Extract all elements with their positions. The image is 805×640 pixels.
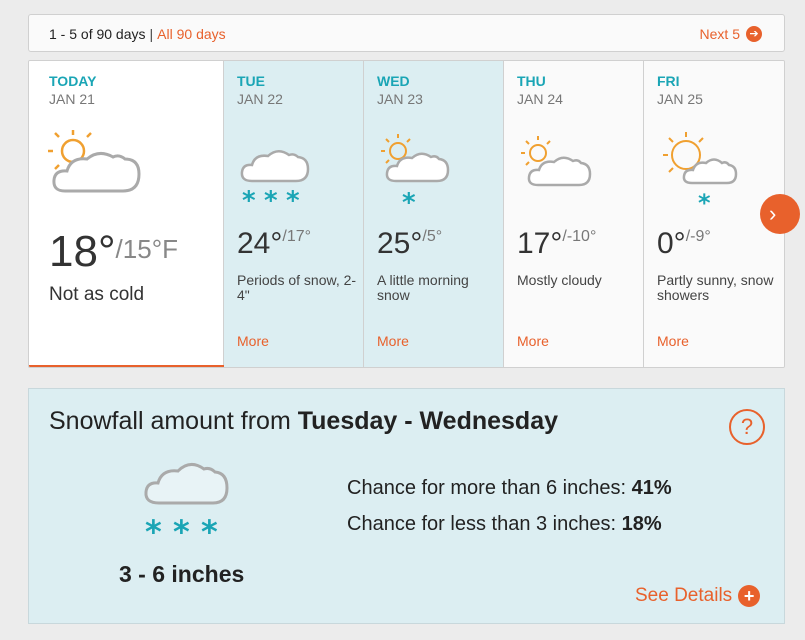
- sun-cloud-icon: [45, 127, 145, 202]
- svg-text:*: *: [286, 186, 300, 211]
- selected-day-indicator: [29, 365, 224, 367]
- next-5-button[interactable]: Next 5 ➔: [700, 26, 762, 42]
- day-card-tue[interactable]: TUE JAN 22 * * * 24°/17° Periods of snow, …: [224, 61, 364, 367]
- day-temps: 25°/5°: [377, 227, 442, 261]
- svg-text:*: *: [145, 513, 162, 545]
- chance-less: Chance for less than 3 inches: 18%: [347, 513, 662, 536]
- day-description: Partly sunny, snow showers: [657, 272, 774, 303]
- svg-text:*: *: [242, 186, 256, 211]
- range-text: 1 - 5 of 90 days: [49, 26, 146, 42]
- day-card-thu[interactable]: THU JAN 24 17°/-10° Mostly cloudy More: [504, 61, 644, 367]
- high-temp: 0°: [657, 227, 686, 260]
- snowfall-title: Snowfall amount from Tuesday - Wednesday: [49, 407, 558, 436]
- next-5-label: Next 5: [699, 26, 740, 42]
- daily-forecast-strip: TODAY JAN 21 18°/15°F Not as cold TUE JA…: [28, 60, 785, 368]
- svg-text:*: *: [173, 513, 190, 545]
- day-temps: 0°/-9°: [657, 227, 711, 261]
- svg-text:*: *: [698, 189, 711, 213]
- snowfall-title-prefix: Snowfall amount from: [49, 407, 291, 435]
- svg-text:*: *: [201, 513, 218, 545]
- chance-more-value: 41%: [631, 477, 672, 499]
- more-link[interactable]: More: [657, 333, 689, 349]
- high-temp: 17°: [517, 227, 563, 260]
- high-temp: 18°: [49, 227, 116, 276]
- day-name: FRI: [657, 73, 680, 89]
- day-card-wed[interactable]: WED JAN 23 * 25°/5° A little morning sno…: [364, 61, 504, 367]
- plus-circle-icon: +: [738, 585, 761, 607]
- high-temp: 25°: [377, 227, 423, 260]
- see-details-button[interactable]: See Details +: [635, 585, 761, 607]
- day-description: Not as cold: [49, 284, 145, 305]
- low-temp: /-9°: [685, 228, 711, 245]
- day-name: WED: [377, 73, 410, 89]
- day-date: JAN 25: [657, 91, 703, 107]
- low-temp: /-10°: [562, 228, 597, 245]
- see-details-label: See Details: [635, 585, 733, 606]
- low-temp: /15°F: [115, 234, 178, 264]
- cloud-snow-icon: * * *: [139, 455, 239, 551]
- sun-cloud-snow-icon: *: [656, 127, 740, 218]
- chevron-right-icon[interactable]: ›: [760, 194, 800, 234]
- day-date: JAN 24: [517, 91, 563, 107]
- sun-cloud-snow-icon: *: [376, 129, 456, 218]
- all-days-link[interactable]: All 90 days: [157, 26, 225, 42]
- chance-less-label: Chance for less than 3 inches:: [347, 513, 617, 535]
- day-temps: 24°/17°: [237, 227, 311, 261]
- day-date: JAN 22: [237, 91, 283, 107]
- range-separator: |: [149, 26, 154, 42]
- snowfall-title-range: Tuesday - Wednesday: [297, 407, 559, 435]
- more-link[interactable]: More: [377, 333, 409, 349]
- day-temps: 17°/-10°: [517, 227, 596, 261]
- day-card-today[interactable]: TODAY JAN 21 18°/15°F Not as cold: [29, 61, 224, 367]
- svg-text:*: *: [402, 188, 416, 213]
- low-temp: /5°: [422, 228, 443, 245]
- day-name: TUE: [237, 73, 265, 89]
- day-description: Periods of snow, 2-4": [237, 272, 357, 303]
- day-name: THU: [517, 73, 546, 89]
- day-name: TODAY: [49, 73, 97, 89]
- forecast-range-bar: 1 - 5 of 90 days | All 90 days Next 5 ➔: [28, 14, 785, 52]
- high-temp: 24°: [237, 227, 283, 260]
- chance-more: Chance for more than 6 inches: 41%: [347, 477, 672, 500]
- snowfall-panel: Snowfall amount from Tuesday - Wednesday…: [28, 388, 785, 624]
- day-description: Mostly cloudy: [517, 272, 602, 288]
- help-icon[interactable]: ?: [729, 409, 765, 445]
- snowfall-amount: 3 - 6 inches: [119, 561, 245, 587]
- sun-cloud-icon: [516, 133, 596, 198]
- day-temps: 18°/15°F: [49, 227, 178, 277]
- chance-more-label: Chance for more than 6 inches:: [347, 477, 627, 499]
- cloud-snow-icon: * * *: [236, 141, 316, 216]
- chance-less-value: 18%: [621, 513, 662, 535]
- more-link[interactable]: More: [237, 333, 269, 349]
- arrow-right-circle-icon: ➔: [746, 26, 762, 42]
- day-date: JAN 23: [377, 91, 423, 107]
- day-description: A little morning snow: [377, 272, 469, 303]
- low-temp: /17°: [282, 228, 312, 245]
- range-info: 1 - 5 of 90 days | All 90 days: [49, 26, 226, 42]
- day-date: JAN 21: [49, 91, 95, 107]
- more-link[interactable]: More: [517, 333, 549, 349]
- svg-text:*: *: [264, 186, 278, 211]
